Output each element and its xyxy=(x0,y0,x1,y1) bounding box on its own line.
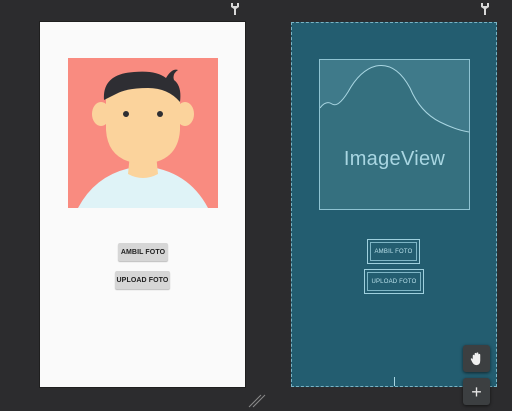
layout-editor-canvas: AMBIL FOTO UPLOAD FOTO ImageView AMBIL F… xyxy=(0,0,512,411)
resize-tick xyxy=(394,377,395,386)
imageview-outline[interactable]: ImageView xyxy=(319,59,470,210)
resize-handle[interactable] xyxy=(248,392,266,408)
wrench-icon[interactable] xyxy=(229,2,241,16)
imageview-label: ImageView xyxy=(343,148,446,170)
ambil-foto-button[interactable]: AMBIL FOTO xyxy=(118,243,168,261)
ambil-foto-button-outline[interactable]: AMBIL FOTO xyxy=(367,239,420,264)
hand-icon xyxy=(470,352,481,366)
pan-tool-button[interactable] xyxy=(463,345,490,372)
waveform-icon xyxy=(320,60,469,133)
upload-foto-button[interactable]: UPLOAD FOTO xyxy=(115,271,170,289)
zoom-in-button[interactable]: + xyxy=(463,378,490,405)
wrench-icon[interactable] xyxy=(479,2,491,16)
design-view[interactable]: AMBIL FOTO UPLOAD FOTO xyxy=(40,22,245,387)
avatar-image[interactable] xyxy=(68,58,218,208)
upload-foto-button-outline[interactable]: UPLOAD FOTO xyxy=(364,269,424,294)
avatar-illustration xyxy=(68,58,218,208)
blueprint-view[interactable]: ImageView AMBIL FOTO UPLOAD FOTO xyxy=(291,22,497,387)
